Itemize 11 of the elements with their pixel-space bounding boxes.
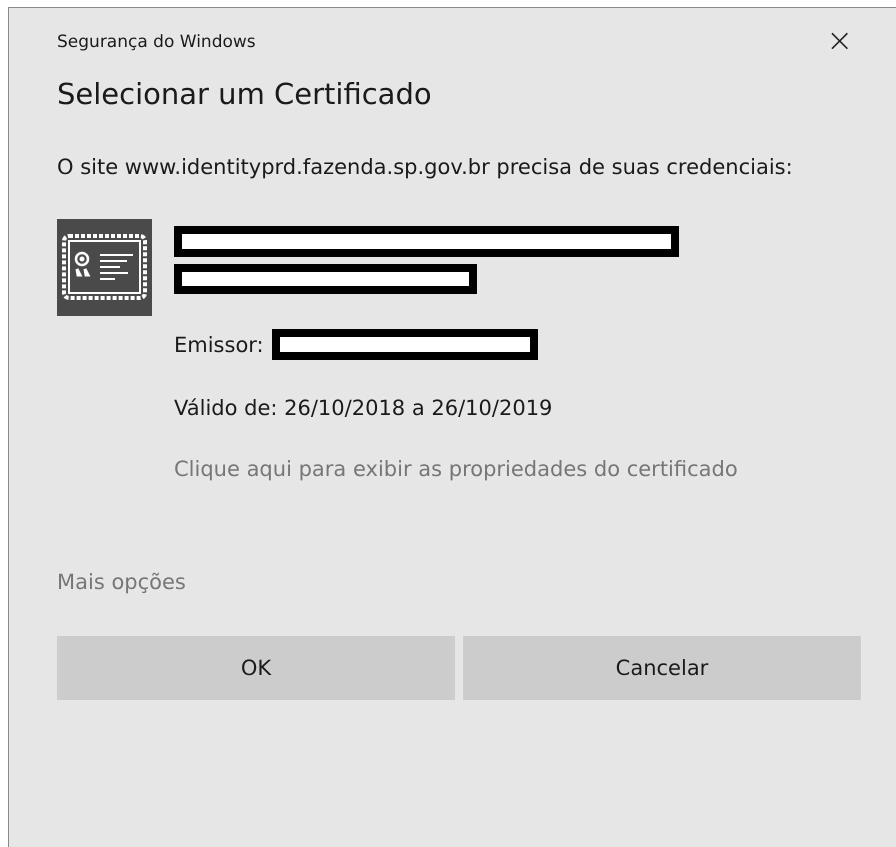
dialog-button[interactable]: OK <box>57 636 455 700</box>
properties-link[interactable]: Clique aqui para exibir as propriedades do certificado <box>174 450 774 489</box>
certificate-icon <box>57 219 152 316</box>
window-title: Segurança do Windows <box>57 32 256 52</box>
dialog-heading: Selecionar um Certificado <box>57 76 433 113</box>
validity-text: Válido de: 26/10/2018 a 26/10/2019 <box>174 396 554 420</box>
issuer-label: Emissor: <box>174 332 264 356</box>
dialog-button[interactable]: Cancelar <box>463 636 861 700</box>
more-options-link[interactable]: Mais opções <box>57 570 861 594</box>
close-button[interactable]: × <box>818 24 861 60</box>
message-text: O site www.identityprd.fazenda.sp.gov.br precisa de suas credenciais: <box>57 154 794 181</box>
